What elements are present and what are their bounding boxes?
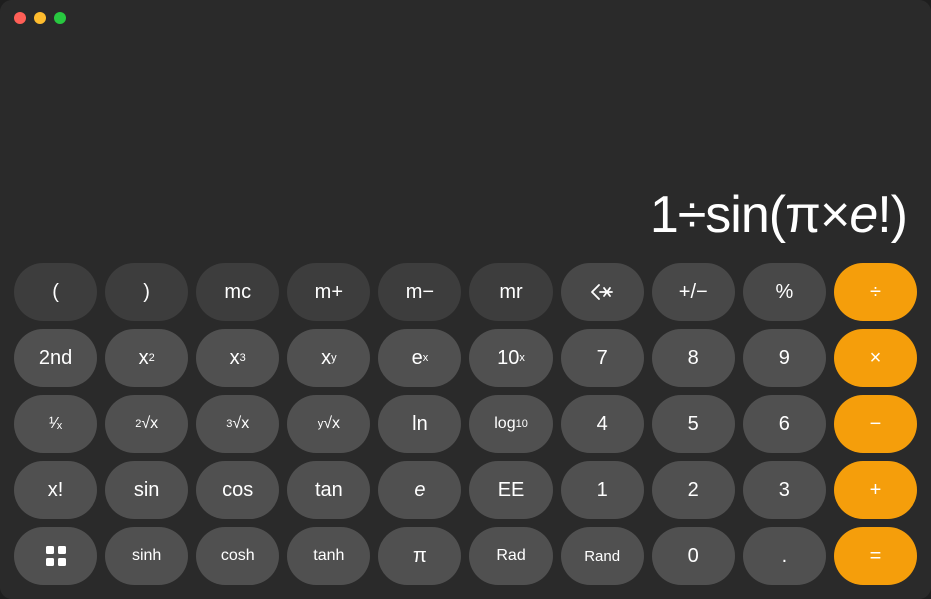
dot-button[interactable]: . — [743, 527, 826, 585]
minus-button[interactable]: − — [834, 395, 917, 453]
one-button[interactable]: 1 — [561, 461, 644, 519]
display-expression: 1÷sin(π×e!) — [650, 189, 907, 241]
ex-button[interactable]: ex — [378, 329, 461, 387]
zero-button[interactable]: 0 — [652, 527, 735, 585]
tan-button[interactable]: tan — [287, 461, 370, 519]
pi-button[interactable]: π — [378, 527, 461, 585]
xy-button[interactable]: xy — [287, 329, 370, 387]
five-button[interactable]: 5 — [652, 395, 735, 453]
mminus-button[interactable]: m− — [378, 263, 461, 321]
log10-button[interactable]: log10 — [469, 395, 552, 453]
nine-button[interactable]: 9 — [743, 329, 826, 387]
traffic-lights — [14, 12, 66, 24]
four-button[interactable]: 4 — [561, 395, 644, 453]
tanh-button[interactable]: tanh — [287, 527, 370, 585]
second-button[interactable]: 2nd — [14, 329, 97, 387]
plus-button[interactable]: + — [834, 461, 917, 519]
calc-icon-button[interactable] — [14, 527, 97, 585]
cosh-button[interactable]: cosh — [196, 527, 279, 585]
plus-minus-button[interactable]: +/− — [652, 263, 735, 321]
xsquared-button[interactable]: x2 — [105, 329, 188, 387]
sqrt3-button[interactable]: 3√x — [196, 395, 279, 453]
calculator-window: 1÷sin(π×e!) ( ) mc m+ m− mr +/− % ÷ 2nd … — [0, 0, 931, 599]
two-button[interactable]: 2 — [652, 461, 735, 519]
seven-button[interactable]: 7 — [561, 329, 644, 387]
open-paren-button[interactable]: ( — [14, 263, 97, 321]
mplus-button[interactable]: m+ — [287, 263, 370, 321]
minimize-button[interactable] — [34, 12, 46, 24]
eight-button[interactable]: 8 — [652, 329, 735, 387]
close-paren-button[interactable]: ) — [105, 263, 188, 321]
xcubed-button[interactable]: x3 — [196, 329, 279, 387]
tenx-button[interactable]: 10x — [469, 329, 552, 387]
keypad: ( ) mc m+ m− mr +/− % ÷ 2nd x2 x3 xy ex … — [0, 253, 931, 599]
euler-button[interactable]: e — [378, 461, 461, 519]
percent-button[interactable]: % — [743, 263, 826, 321]
six-button[interactable]: 6 — [743, 395, 826, 453]
display-area: 1÷sin(π×e!) — [0, 36, 931, 253]
equals-button[interactable]: = — [834, 527, 917, 585]
sqrty-button[interactable]: y√x — [287, 395, 370, 453]
mr-button[interactable]: mr — [469, 263, 552, 321]
sinh-button[interactable]: sinh — [105, 527, 188, 585]
maximize-button[interactable] — [54, 12, 66, 24]
divide-button[interactable]: ÷ — [834, 263, 917, 321]
mc-button[interactable]: mc — [196, 263, 279, 321]
rad-button[interactable]: Rad — [469, 527, 552, 585]
ln-button[interactable]: ln — [378, 395, 461, 453]
cos-button[interactable]: cos — [196, 461, 279, 519]
rand-button[interactable]: Rand — [561, 527, 644, 585]
sin-button[interactable]: sin — [105, 461, 188, 519]
factorial-button[interactable]: x! — [14, 461, 97, 519]
backspace-button[interactable] — [561, 263, 644, 321]
three-button[interactable]: 3 — [743, 461, 826, 519]
titlebar — [0, 0, 931, 36]
close-button[interactable] — [14, 12, 26, 24]
ee-button[interactable]: EE — [469, 461, 552, 519]
reciprocal-button[interactable]: ¹∕ₓ — [14, 395, 97, 453]
multiply-button[interactable]: × — [834, 329, 917, 387]
sqrt2-button[interactable]: 2√x — [105, 395, 188, 453]
